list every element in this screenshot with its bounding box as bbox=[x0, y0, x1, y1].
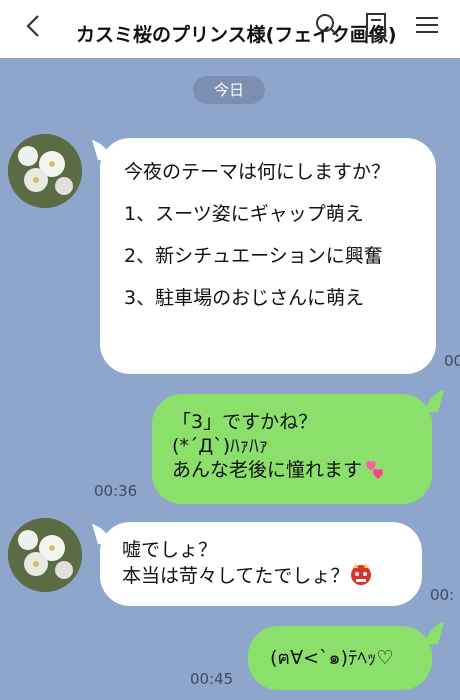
message-text: (ฅ∀<`๑)ﾃﾍｯ♡ bbox=[270, 647, 394, 669]
menu-icon[interactable] bbox=[412, 10, 442, 40]
cherry-blossom-avatar-image bbox=[8, 518, 82, 592]
contact-avatar[interactable] bbox=[8, 518, 82, 592]
message-text: 「3」ですかね？ (*´Д`)ﾊｧﾊｧ あんな老後に憧れます bbox=[172, 411, 363, 481]
message-text: 1、スーツ姿にギャップ萌え bbox=[124, 203, 364, 225]
message-time: 00:36 bbox=[94, 482, 138, 500]
message-text: 3、駐車場のおじさんに萌え bbox=[124, 287, 365, 309]
contact-avatar[interactable] bbox=[8, 134, 82, 208]
date-divider: 今日 bbox=[193, 76, 265, 104]
message-text: 2、新シチュエーションに興奮 bbox=[124, 245, 383, 267]
two-hearts-emoji bbox=[366, 461, 383, 479]
message-time: 00:3 bbox=[444, 352, 460, 370]
message-bubble-incoming[interactable]: 嘘でしょ？ 本当は苛々してたでしょ？ bbox=[100, 522, 422, 606]
call-icon[interactable] bbox=[362, 10, 392, 40]
chat-header: カスミ桜のプリンス様(フェイク画像) bbox=[0, 0, 460, 58]
message-time: 00: bbox=[430, 586, 455, 604]
cherry-blossom-avatar-image bbox=[8, 134, 82, 208]
search-icon[interactable] bbox=[312, 10, 342, 40]
message-bubble-outgoing[interactable]: (ฅ∀<`๑)ﾃﾍｯ♡ bbox=[248, 626, 432, 690]
message-time: 00:45 bbox=[190, 670, 234, 688]
ogre-emoji bbox=[351, 563, 372, 585]
message-bubble-outgoing[interactable]: 「3」ですかね？ (*´Д`)ﾊｧﾊｧ あんな老後に憧れます bbox=[152, 394, 432, 504]
back-chevron-icon[interactable] bbox=[16, 8, 52, 44]
message-bubble-incoming[interactable]: 今夜のテーマは何にしますか？ 1、スーツ姿にギャップ萌え 2、新シチュエーション… bbox=[100, 138, 436, 374]
message-text: 今夜のテーマは何にしますか？ bbox=[124, 161, 391, 183]
message-text: 嘘でしょ？ 本当は苛々してたでしょ？ bbox=[122, 539, 350, 587]
